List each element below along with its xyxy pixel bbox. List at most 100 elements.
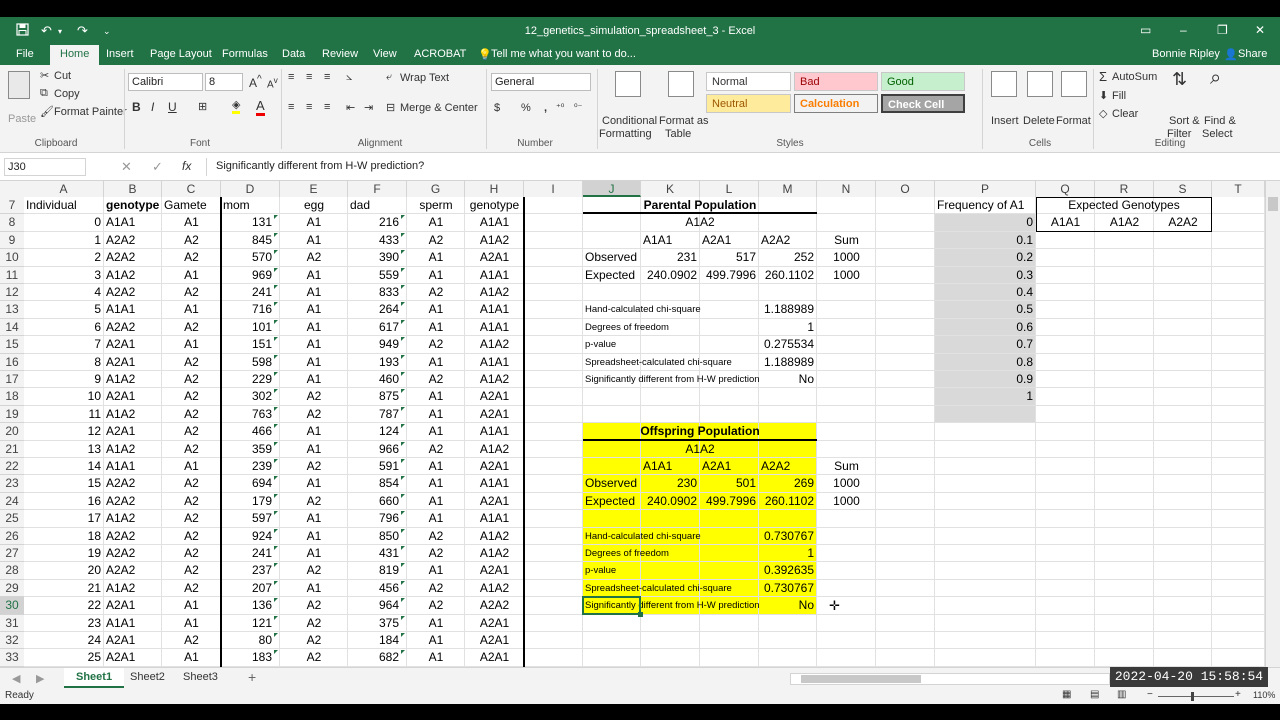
zoom-slider-thumb[interactable] [1191, 692, 1194, 701]
table-cell[interactable]: A1A1 [104, 458, 162, 475]
table-cell[interactable]: A2A2 [465, 597, 524, 614]
page-break-view-icon[interactable]: ▥ [1117, 689, 1126, 700]
table-cell[interactable]: A1A2 [465, 371, 524, 388]
parental-expected-a2a2[interactable]: 260.1102 [759, 267, 817, 284]
table-cell[interactable]: A2A1 [465, 406, 524, 423]
table-cell[interactable]: A2A1 [465, 562, 524, 579]
row-header-18[interactable]: 18 [0, 388, 24, 406]
table-cell[interactable]: A2 [280, 632, 348, 649]
user-name[interactable]: Bonnie Ripley [1152, 48, 1220, 60]
row-header-7[interactable]: 7 [0, 197, 24, 215]
table-cell[interactable]: 24 [24, 632, 104, 649]
style-neutral[interactable]: Neutral [706, 94, 791, 113]
table-cell[interactable]: A1 [162, 214, 221, 231]
table-cell[interactable]: A2 [280, 249, 348, 266]
style-normal[interactable]: Normal [706, 72, 791, 91]
table-cell[interactable]: 359 [221, 441, 280, 458]
autosum-button[interactable]: AutoSum [1112, 71, 1157, 83]
table-cell[interactable]: A2 [280, 597, 348, 614]
offspring-observed-label[interactable]: Observed [583, 475, 641, 492]
sheet-tab-sheet2[interactable]: Sheet2 [130, 671, 165, 683]
parental-ss-chi-label[interactable]: Spreadsheet-calculated chi-square [583, 354, 759, 371]
formula-input[interactable]: Significantly different from H-W predict… [206, 158, 1274, 176]
table-cell[interactable]: A2A2 [104, 319, 162, 336]
table-cell[interactable]: A1 [407, 423, 465, 440]
table-cell[interactable]: A2 [162, 545, 221, 562]
table-cell[interactable]: 591 [348, 458, 407, 475]
row-header-10[interactable]: 10 [0, 249, 24, 267]
table-cell[interactable]: A1A1 [465, 423, 524, 440]
table-cell[interactable]: 16 [24, 493, 104, 510]
table-cell[interactable]: 216 [348, 214, 407, 231]
header-dad[interactable]: dad [348, 197, 407, 214]
frequency-a1-value[interactable]: 1 [935, 388, 1036, 405]
insert-function-icon[interactable]: fx [182, 159, 191, 173]
table-cell[interactable]: 80 [221, 632, 280, 649]
table-cell[interactable]: A1A2 [465, 528, 524, 545]
table-cell[interactable]: 969 [221, 267, 280, 284]
frequency-a1-value[interactable]: 0.5 [935, 301, 1036, 318]
horizontal-scroll-thumb[interactable] [801, 675, 921, 683]
parental-ss-chi-value[interactable]: 1.188989 [759, 354, 817, 371]
ribbon-display-options-icon[interactable]: ▭ [1140, 23, 1151, 37]
table-cell[interactable]: 617 [348, 319, 407, 336]
column-header-b[interactable]: B [104, 181, 162, 197]
wrap-text-icon[interactable]: ⤶ [386, 71, 392, 84]
cut-icon[interactable]: ✂ [40, 69, 49, 82]
wrap-text-button[interactable]: Wrap Text [400, 72, 449, 84]
decrease-indent-icon[interactable]: ⇤ [346, 101, 355, 114]
format-as-table-button[interactable]: Format as [659, 115, 709, 127]
column-header-j[interactable]: J [583, 181, 641, 197]
new-sheet-button[interactable]: + [248, 669, 256, 685]
row-header-29[interactable]: 29 [0, 580, 24, 598]
table-cell[interactable]: A2 [162, 528, 221, 545]
table-cell[interactable]: 131 [221, 214, 280, 231]
font-color-icon[interactable]: A [256, 98, 265, 116]
table-cell[interactable]: 179 [221, 493, 280, 510]
table-cell[interactable]: A1 [407, 615, 465, 632]
table-cell[interactable]: A1 [407, 475, 465, 492]
table-cell[interactable]: 3 [24, 267, 104, 284]
clear-button[interactable]: Clear [1112, 108, 1138, 120]
table-cell[interactable]: A2A1 [465, 249, 524, 266]
table-cell[interactable]: A1 [280, 545, 348, 562]
offspring-expected-sum[interactable]: 1000 [817, 493, 876, 510]
cut-button[interactable]: Cut [54, 70, 71, 82]
table-cell[interactable]: 597 [221, 510, 280, 527]
table-cell[interactable]: 570 [221, 249, 280, 266]
name-box[interactable]: J30 [4, 158, 86, 176]
table-cell[interactable]: A2A1 [104, 388, 162, 405]
font-name-select[interactable]: Calibri [128, 73, 203, 91]
table-cell[interactable]: A1 [407, 649, 465, 666]
tab-data[interactable]: Data [282, 48, 305, 60]
tell-me-search[interactable]: Tell me what you want to do... [491, 48, 636, 60]
table-cell[interactable]: A2 [280, 649, 348, 666]
table-cell[interactable]: 763 [221, 406, 280, 423]
row-header-14[interactable]: 14 [0, 319, 24, 337]
table-cell[interactable]: 237 [221, 562, 280, 579]
frequency-a1-value[interactable]: 0.7 [935, 336, 1036, 353]
offspring-df-value[interactable]: 1 [759, 545, 817, 562]
row-header-13[interactable]: 13 [0, 301, 24, 319]
offspring-chi-label[interactable]: Hand-calculated chi-square [583, 528, 759, 545]
tab-home[interactable]: Home [50, 45, 100, 65]
parental-sig-label[interactable]: Significantly different from H-W predict… [583, 371, 759, 388]
table-cell[interactable]: A2 [407, 441, 465, 458]
increase-indent-icon[interactable]: ⇥ [364, 101, 373, 114]
worksheet-grid[interactable]: Individual genotype Gamete mom egg dad sperm ge… [24, 197, 1265, 667]
table-cell[interactable]: A2 [162, 284, 221, 301]
offspring-ss-chi-label[interactable]: Spreadsheet-calculated chi-square [583, 580, 759, 597]
frequency-a1-value[interactable]: 0.3 [935, 267, 1036, 284]
table-cell[interactable]: A1A2 [465, 336, 524, 353]
offspring-expected-label[interactable]: Expected [583, 493, 641, 510]
table-cell[interactable]: A2A2 [104, 528, 162, 545]
header-mom[interactable]: mom [221, 197, 280, 214]
parental-expected-sum[interactable]: 1000 [817, 267, 876, 284]
column-header-o[interactable]: O [876, 181, 935, 197]
table-cell[interactable]: A2 [280, 493, 348, 510]
table-cell[interactable]: A1 [407, 388, 465, 405]
table-cell[interactable]: A1 [280, 441, 348, 458]
style-good[interactable]: Good [881, 72, 965, 91]
copy-icon[interactable]: ⧉ [40, 87, 48, 100]
table-cell[interactable]: A1 [407, 458, 465, 475]
